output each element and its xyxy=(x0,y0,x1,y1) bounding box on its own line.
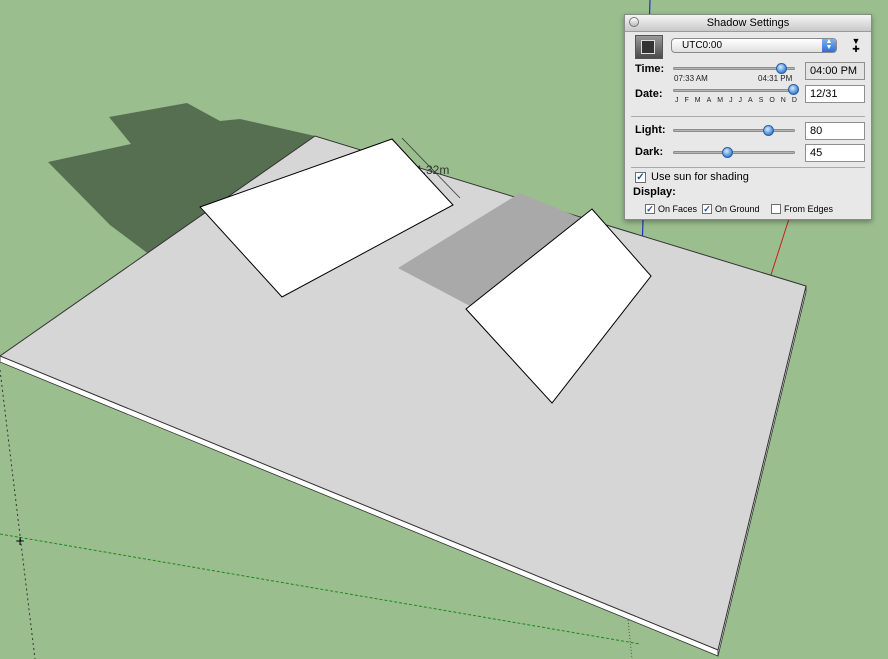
time-label: Time: xyxy=(635,63,665,75)
month-tick: J xyxy=(675,97,679,104)
origin-marker: + xyxy=(15,534,25,548)
light-field[interactable]: 80 xyxy=(805,122,865,140)
close-button[interactable] xyxy=(629,17,639,27)
date-label: Date: xyxy=(635,88,663,100)
month-tick: S xyxy=(758,97,764,104)
month-tick: A xyxy=(748,97,753,104)
expand-options-icon[interactable]: ▼ ✚ xyxy=(849,37,863,55)
month-tick: J xyxy=(738,97,743,104)
light-slider-track[interactable] xyxy=(673,129,795,132)
on-faces-checkbox[interactable]: ✓ xyxy=(645,204,655,214)
from-edges-label: From Edges xyxy=(784,204,834,214)
select-arrows-icon: ▲ ▼ xyxy=(822,38,836,52)
use-sun-label: Use sun for shading xyxy=(651,171,749,183)
date-slider-track[interactable] xyxy=(673,89,795,92)
dark-slider-track[interactable] xyxy=(673,151,795,154)
shadows-toggle-icon[interactable] xyxy=(635,35,663,59)
cube-icon xyxy=(641,40,655,54)
time-end-label: 04:31 PM xyxy=(758,74,793,83)
time-field[interactable]: 04:00 PM xyxy=(805,62,865,80)
month-tick: O xyxy=(769,97,775,104)
time-slider-thumb[interactable] xyxy=(776,63,788,74)
shadow-settings-panel: Shadow Settings UTC0:00 ▲ ▼ ▼ ✚ Time: 07:3… xyxy=(624,14,872,220)
dark-field[interactable]: 45 xyxy=(805,144,865,162)
on-ground-checkbox[interactable]: ✓ xyxy=(702,204,712,214)
time-start-label: 07:33 AM xyxy=(674,74,708,83)
dark-slider-thumb[interactable] xyxy=(722,147,734,158)
separator xyxy=(631,116,865,117)
display-label: Display: xyxy=(633,186,676,198)
use-sun-checkbox[interactable]: ✓ xyxy=(635,172,646,183)
timezone-value: UTC0:00 xyxy=(682,40,723,51)
panel-title: Shadow Settings xyxy=(706,17,790,29)
date-slider-thumb[interactable] xyxy=(788,84,800,95)
on-ground-label: On Ground xyxy=(715,204,760,214)
dark-label: Dark: xyxy=(635,146,664,158)
month-tick: M xyxy=(694,97,701,104)
from-edges-checkbox[interactable] xyxy=(771,204,781,214)
month-tick: J xyxy=(729,97,733,104)
date-field[interactable]: 12/31 xyxy=(805,85,865,103)
separator xyxy=(631,167,865,168)
month-tick: M xyxy=(717,97,724,104)
month-ticks: JFMAMJJASOND xyxy=(675,97,797,104)
month-tick: A xyxy=(706,97,712,104)
month-tick: D xyxy=(791,97,797,104)
month-tick: F xyxy=(684,97,689,104)
timezone-select[interactable]: UTC0:00 ▲ ▼ xyxy=(671,38,837,53)
panel-titlebar[interactable]: Shadow Settings xyxy=(625,15,871,32)
light-label: Light: xyxy=(635,124,666,136)
light-slider-thumb[interactable] xyxy=(762,125,774,136)
month-tick: N xyxy=(780,97,786,104)
on-faces-label: On Faces xyxy=(658,204,698,214)
